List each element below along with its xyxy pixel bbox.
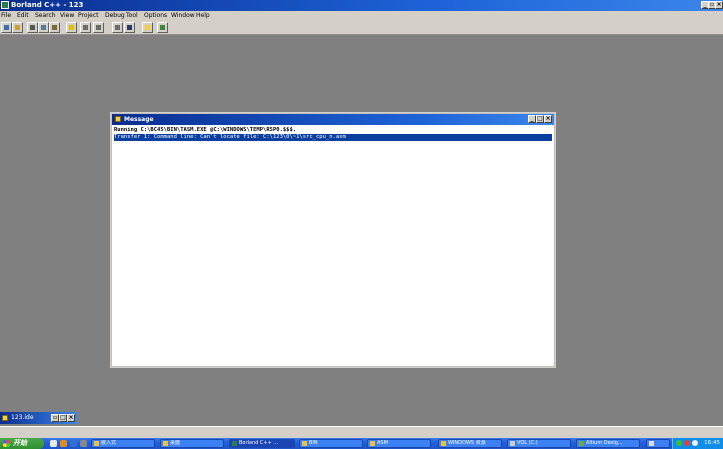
menu-help[interactable]: Help bbox=[196, 12, 210, 20]
task-bin[interactable]: BIN bbox=[299, 439, 363, 448]
task-extra[interactable] bbox=[646, 439, 670, 448]
ide-icon bbox=[2, 415, 8, 421]
paste-icon[interactable] bbox=[49, 22, 60, 33]
start-label: 开始 bbox=[13, 439, 27, 447]
ie-icon[interactable] bbox=[70, 440, 77, 447]
firefox-icon[interactable] bbox=[60, 440, 67, 447]
message-close-button[interactable]: × bbox=[544, 115, 552, 123]
menu-tool[interactable]: Tool bbox=[126, 12, 138, 20]
volume-icon[interactable] bbox=[692, 440, 698, 446]
task-asm[interactable]: ASM bbox=[367, 439, 431, 448]
toolbar bbox=[0, 21, 723, 35]
project-icon[interactable] bbox=[1, 22, 12, 33]
taskbar: 开始 嵌入式 桌面 Borland C++ ... BIN ASM WINDOW… bbox=[0, 438, 723, 449]
minwin-close-button[interactable]: × bbox=[67, 414, 75, 422]
message-line-selected[interactable]: Transfer 1: Command line: Can't locate f… bbox=[114, 134, 552, 141]
help-icon[interactable] bbox=[157, 22, 168, 33]
task-desktop[interactable]: 桌面 bbox=[160, 439, 224, 448]
task-embedded[interactable]: 嵌入式 bbox=[91, 439, 155, 448]
clock[interactable]: 16:45 bbox=[704, 439, 720, 448]
message-minimize-button[interactable]: _ bbox=[528, 115, 536, 123]
message-maximize-button[interactable]: □ bbox=[536, 115, 544, 123]
app-icon[interactable] bbox=[1, 1, 9, 9]
message-icon bbox=[115, 116, 121, 122]
task-altium[interactable]: Altium Desig... bbox=[576, 439, 640, 448]
compile-icon[interactable] bbox=[112, 22, 123, 33]
show-desktop-icon[interactable] bbox=[50, 440, 57, 447]
windows-logo-icon bbox=[3, 440, 10, 447]
minimized-ide-window[interactable]: 123.ide ▫ □ × bbox=[0, 412, 77, 424]
task-borland[interactable]: Borland C++ ... bbox=[229, 439, 295, 448]
altium-icon bbox=[579, 441, 584, 446]
task-windows-explorer[interactable]: WINDOWS 资源 bbox=[438, 439, 502, 448]
menu-view[interactable]: View bbox=[60, 12, 74, 20]
borland-icon bbox=[232, 441, 237, 446]
lightning-icon[interactable] bbox=[66, 22, 77, 33]
system-tray: 16:45 bbox=[672, 438, 723, 449]
task-vol-c[interactable]: VOL (C:) bbox=[507, 439, 571, 448]
build-icon[interactable] bbox=[124, 22, 135, 33]
folder-icon bbox=[370, 441, 375, 446]
drive-icon bbox=[510, 441, 515, 446]
message-window[interactable]: Message _ □ × Running C:\BC45\BIN\TASM.E… bbox=[111, 113, 555, 367]
trace-icon[interactable] bbox=[93, 22, 104, 33]
start-button[interactable]: 开始 bbox=[0, 438, 44, 449]
antivirus-icon[interactable] bbox=[684, 440, 690, 446]
minwin-maximize-button[interactable]: □ bbox=[59, 414, 67, 422]
message-title: Message bbox=[124, 116, 154, 123]
step-icon[interactable] bbox=[80, 22, 91, 33]
network-icon[interactable] bbox=[676, 440, 682, 446]
menu-search[interactable]: Search bbox=[35, 12, 56, 20]
copy-icon[interactable] bbox=[38, 22, 49, 33]
message-line[interactable]: Running C:\BC45\BIN\TASM.EXE @C:\WINDOWS… bbox=[114, 127, 552, 134]
message-title-bar[interactable]: Message _ □ × bbox=[112, 114, 554, 125]
menu-debug[interactable]: Debug bbox=[105, 12, 125, 20]
app-title: Borland C++ - 123 bbox=[11, 1, 84, 9]
folder-icon bbox=[94, 441, 99, 446]
app-title-bar[interactable]: Borland C++ - 123 _ ▫ × bbox=[0, 0, 723, 11]
minimized-title: 123.ide bbox=[11, 414, 34, 421]
quicklaunch-icon[interactable] bbox=[80, 440, 87, 447]
folder-icon bbox=[441, 441, 446, 446]
status-bar bbox=[0, 426, 723, 438]
menu-file[interactable]: File bbox=[1, 12, 11, 20]
menu-options[interactable]: Options bbox=[144, 12, 167, 20]
menu-project[interactable]: Project bbox=[78, 12, 99, 20]
app-icon bbox=[649, 441, 654, 446]
close-button[interactable]: × bbox=[715, 1, 723, 9]
menu-bar: File Edit Search View Project Debug Tool… bbox=[0, 11, 723, 21]
cut-icon[interactable] bbox=[27, 22, 38, 33]
menu-edit[interactable]: Edit bbox=[17, 12, 29, 20]
minwin-restore-button[interactable]: ▫ bbox=[51, 414, 59, 422]
menu-window[interactable]: Window bbox=[171, 12, 195, 20]
open-icon[interactable] bbox=[12, 22, 23, 33]
folder-icon[interactable] bbox=[142, 22, 153, 33]
folder-icon bbox=[302, 441, 307, 446]
folder-icon bbox=[163, 441, 168, 446]
